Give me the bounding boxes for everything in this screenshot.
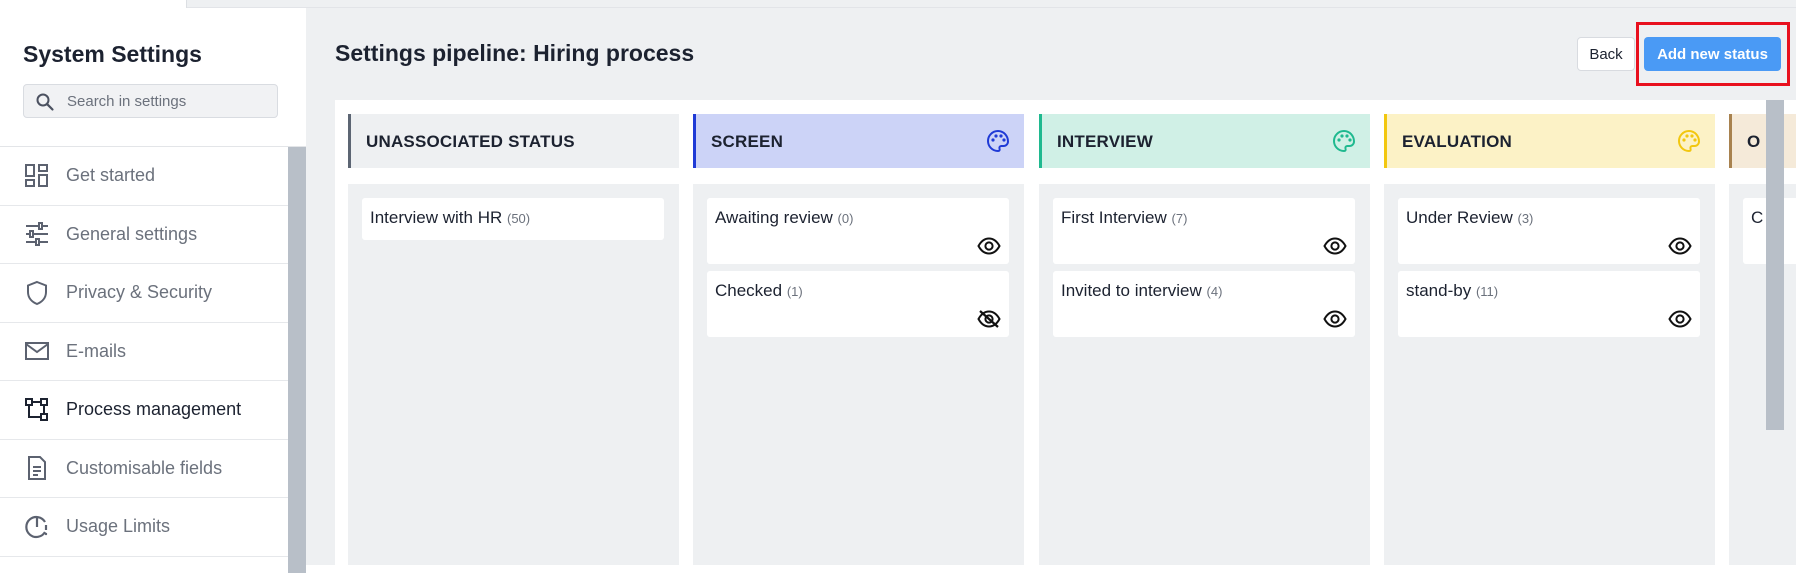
column-screen: SCREEN Awaiting review (0) Checked (1) (693, 100, 1024, 565)
status-card[interactable]: Invited to interview (4) (1053, 271, 1355, 337)
search-input[interactable] (67, 85, 267, 117)
column-header: INTERVIEW (1039, 114, 1370, 168)
status-card-label: Under Review (3) (1406, 208, 1534, 227)
tab-stub[interactable] (0, 0, 187, 8)
sidebar-item-label: Process management (66, 399, 242, 420)
sidebar-item-get-started[interactable]: Get started (0, 147, 288, 206)
sidebar-item-process-management[interactable]: Process management (0, 381, 288, 440)
board-scrollbar[interactable] (1766, 100, 1784, 430)
column-interview: INTERVIEW First Interview (7) Invited to (1039, 100, 1370, 565)
status-card-label: Awaiting review (0) (715, 208, 854, 227)
sidebar-item-general-settings[interactable]: General settings (0, 206, 288, 264)
column-body: C (1729, 184, 1796, 565)
column-unassociated-status: UNASSOCIATED STATUS Interview with HR (5… (348, 100, 679, 565)
page-title: Settings pipeline: Hiring process (335, 40, 695, 66)
grid-icon (25, 163, 48, 187)
status-count: (1) (786, 284, 803, 299)
settings-sidebar: System Settings Get started (0, 8, 306, 573)
sidebar-item-label: General settings (66, 223, 198, 244)
column-body: First Interview (7) Invited to interview… (1039, 184, 1370, 565)
status-card-label: Checked (1) (715, 281, 803, 300)
sidebar-item-label: Customisable fields (66, 457, 223, 478)
status-count: (11) (1475, 284, 1499, 299)
sidebar-item-customisable-fields[interactable]: Customisable fields (0, 440, 288, 498)
status-card[interactable]: stand-by (11) (1398, 271, 1700, 337)
column-title: UNASSOCIATED STATUS (366, 132, 575, 151)
eye-icon[interactable] (1323, 310, 1347, 328)
search-box[interactable] (23, 84, 278, 118)
column-body: Awaiting review (0) Checked (1) (693, 184, 1024, 565)
mail-icon (25, 342, 49, 361)
column-title: SCREEN (711, 132, 784, 151)
status-count: (0) (837, 211, 854, 226)
status-card[interactable]: Awaiting review (0) (707, 198, 1009, 264)
sidebar-item-label: Usage Limits (66, 516, 171, 537)
status-card-label: First Interview (7) (1061, 208, 1188, 227)
palette-icon[interactable] (1332, 129, 1356, 153)
eye-icon[interactable] (977, 237, 1001, 255)
sidebar-title: System Settings (23, 41, 202, 67)
status-card[interactable]: Under Review (3) (1398, 198, 1700, 264)
status-count: (3) (1517, 211, 1534, 226)
status-card[interactable]: Checked (1) (707, 271, 1009, 337)
sidebar-item-label: Privacy & Security (66, 282, 213, 303)
column-header: O (1729, 114, 1796, 168)
column-partial: O C (1729, 100, 1796, 565)
column-evaluation: EVALUATION Under Review (3) stand-by (11 (1384, 100, 1715, 565)
sliders-icon (26, 222, 48, 247)
status-count: (7) (1171, 211, 1188, 226)
sidebar-item-label: Get started (66, 165, 156, 186)
sidebar-item-privacy-security[interactable]: Privacy & Security (0, 264, 288, 323)
palette-icon[interactable] (1677, 129, 1701, 153)
palette-icon[interactable] (986, 129, 1010, 153)
eye-icon[interactable] (1668, 237, 1692, 255)
column-title: INTERVIEW (1057, 132, 1153, 151)
status-card-label: stand-by (11) (1406, 281, 1499, 300)
status-count: (4) (1206, 284, 1223, 299)
shield-icon (27, 280, 47, 305)
column-header: UNASSOCIATED STATUS (348, 114, 679, 168)
sidebar-scrollbar[interactable] (288, 147, 306, 573)
status-card-label: Invited to interview (4) (1061, 281, 1223, 300)
eye-icon[interactable] (1323, 237, 1347, 255)
sidebar-item-label: E-mails (66, 340, 127, 361)
pipeline-board: UNASSOCIATED STATUS Interview with HR (5… (335, 100, 1796, 565)
process-icon (25, 397, 48, 421)
status-card-label: Interview with HR (50) (370, 208, 531, 227)
sidebar-item-usage-limits[interactable]: Usage Limits (0, 498, 288, 557)
window-top-strip (0, 0, 1796, 8)
highlight-box (1636, 22, 1790, 86)
column-body: Under Review (3) stand-by (11) (1384, 184, 1715, 565)
column-header: EVALUATION (1384, 114, 1715, 168)
status-card[interactable]: Interview with HR (50) (362, 198, 664, 240)
back-button[interactable]: Back (1577, 37, 1635, 71)
sidebar-nav: Get started General settings Privacy & S… (0, 147, 288, 557)
column-title: EVALUATION (1402, 132, 1512, 151)
column-header: SCREEN (693, 114, 1024, 168)
column-body: Interview with HR (50) (348, 184, 679, 565)
sidebar-item-emails[interactable]: E-mails (0, 323, 288, 381)
usage-gauge-icon (25, 515, 48, 538)
status-count: (50) (507, 211, 531, 226)
search-icon (36, 93, 54, 111)
main-content: Settings pipeline: Hiring process Back A… (306, 8, 1796, 565)
column-title: O (1747, 132, 1761, 151)
status-card-label: C (1751, 208, 1764, 227)
document-icon (28, 456, 46, 481)
eye-icon[interactable] (1668, 310, 1692, 328)
status-card[interactable]: First Interview (7) (1053, 198, 1355, 264)
eye-off-icon[interactable] (977, 310, 1001, 328)
